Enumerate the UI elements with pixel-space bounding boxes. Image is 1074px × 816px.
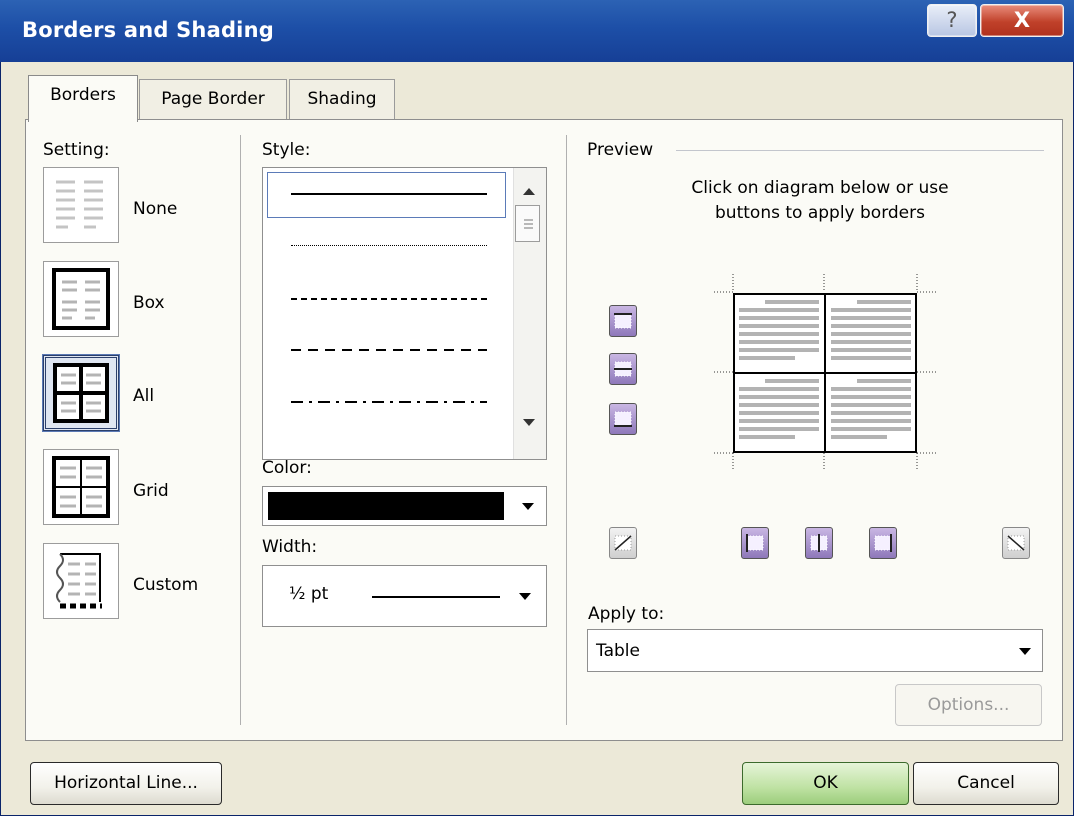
apply-to-value: Table	[596, 641, 640, 661]
bottom-border-icon	[614, 411, 632, 427]
setting-custom-icon	[56, 553, 102, 609]
top-border-icon	[614, 313, 632, 329]
right-border-button[interactable]	[869, 527, 897, 559]
preview-divider	[676, 150, 1044, 151]
help-button[interactable]: ?	[927, 4, 977, 37]
width-heading: Width:	[262, 537, 318, 557]
setting-none-button[interactable]	[43, 167, 119, 243]
setting-all-icon	[53, 363, 109, 423]
tab-borders[interactable]: Borders	[28, 75, 138, 122]
close-icon: X	[1013, 8, 1031, 32]
inside-vertical-border-icon	[810, 534, 828, 552]
left-border-icon	[746, 534, 764, 552]
style-item-solid[interactable]	[291, 193, 487, 195]
setting-all-label: All	[133, 386, 155, 406]
apply-to-dropdown[interactable]: Table	[587, 629, 1043, 672]
close-button[interactable]: X	[980, 4, 1064, 37]
apply-to-heading: Apply to:	[588, 604, 665, 624]
right-border-icon	[874, 534, 892, 552]
left-border-button[interactable]	[741, 527, 769, 559]
window-title: Borders and Shading	[22, 18, 274, 42]
style-items	[267, 172, 506, 457]
setting-box-icon	[52, 268, 110, 330]
scroll-down-icon[interactable]	[523, 412, 535, 432]
preview-instructions-line2: buttons to apply borders	[715, 203, 925, 223]
setting-box-button[interactable]	[43, 261, 119, 337]
apply-to-dropdown-arrow-icon[interactable]	[1019, 648, 1031, 655]
tab-borders-label: Borders	[50, 85, 116, 105]
inside-horizontal-border-button[interactable]	[609, 353, 637, 385]
width-dropdown-arrow-icon[interactable]	[519, 593, 531, 600]
preview-diagram[interactable]	[733, 293, 917, 453]
horizontal-line-button[interactable]: Horizontal Line...	[30, 762, 222, 805]
scroll-up-icon[interactable]	[523, 180, 535, 200]
setting-box-label: Box	[133, 293, 165, 313]
diagonal-down-border-button[interactable]	[1002, 527, 1030, 559]
color-swatch	[268, 492, 504, 520]
tab-shading-label: Shading	[307, 89, 377, 109]
diagonal-up-border-icon	[614, 535, 632, 551]
preview-text-lines	[739, 300, 911, 439]
diagonal-up-border-button[interactable]	[609, 527, 637, 559]
top-border-button[interactable]	[609, 305, 637, 337]
color-dropdown-arrow-icon[interactable]	[522, 503, 534, 510]
style-item-dotted[interactable]	[291, 245, 487, 246]
setting-heading: Setting:	[43, 140, 110, 160]
preview-instructions-line1: Click on diagram below or use	[691, 178, 949, 198]
setting-grid-label: Grid	[133, 481, 169, 501]
setting-grid-icon	[52, 456, 110, 518]
style-heading: Style:	[262, 140, 311, 160]
scroll-thumb[interactable]	[515, 205, 540, 242]
color-dropdown[interactable]	[262, 486, 547, 526]
options-button[interactable]: Options...	[895, 684, 1042, 726]
width-dropdown[interactable]: ½ pt	[262, 565, 547, 627]
section-divider-right	[566, 135, 567, 725]
tab-page-border-label: Page Border	[161, 89, 265, 109]
setting-grid-button[interactable]	[43, 449, 119, 525]
ok-button[interactable]: OK	[742, 762, 909, 805]
inside-vertical-border-button[interactable]	[805, 527, 833, 559]
setting-none-icon	[56, 180, 103, 229]
preview-heading: Preview	[587, 140, 654, 160]
diagonal-down-border-icon	[1007, 535, 1025, 551]
inside-horizontal-border-icon	[614, 361, 632, 377]
setting-custom-label: Custom	[133, 575, 199, 595]
section-divider-left	[240, 135, 241, 725]
setting-none-label: None	[133, 199, 178, 219]
width-line-sample	[372, 596, 500, 598]
setting-all-button[interactable]	[43, 355, 119, 431]
bottom-border-button[interactable]	[609, 403, 637, 435]
style-item-dashed-short[interactable]	[291, 298, 487, 300]
tab-shading[interactable]: Shading	[289, 79, 395, 119]
color-heading: Color:	[262, 458, 312, 478]
help-icon: ?	[946, 8, 958, 32]
tab-page-border[interactable]: Page Border	[139, 79, 287, 119]
cancel-button[interactable]: Cancel	[913, 762, 1059, 805]
setting-custom-button[interactable]	[43, 543, 119, 619]
width-value: ½ pt	[289, 584, 329, 604]
